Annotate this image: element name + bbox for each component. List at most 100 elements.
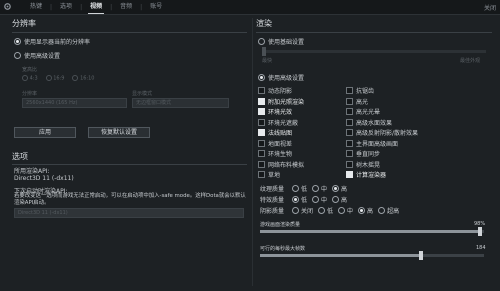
use-basic-option[interactable]: 使用基础设置 xyxy=(258,37,304,46)
tab-account[interactable]: 账号 xyxy=(142,0,170,14)
max-fps-value: 184 xyxy=(476,245,486,251)
display-mode-select[interactable]: 无边框窗口模式 xyxy=(132,98,229,108)
checkbox[interactable] xyxy=(258,150,265,157)
aspect-label: 宽高比 xyxy=(22,67,38,73)
shadow-ultra-radio[interactable] xyxy=(378,207,386,214)
checkbox[interactable] xyxy=(346,129,353,136)
checkbox[interactable] xyxy=(346,139,353,147)
use-advanced-render-option[interactable]: 使用高级设置 xyxy=(258,73,304,82)
screen-render-slider[interactable] xyxy=(260,227,484,236)
render-option-checkbox[interactable]: 高级水面效果 xyxy=(346,118,392,127)
apply-button[interactable]: 应用 xyxy=(14,127,76,138)
slider-thumb[interactable] xyxy=(477,227,482,236)
top-bar: 热键 | 选项 | 视频 | 音频 | 账号 关闭 xyxy=(0,0,500,15)
option-ultra: 超高 xyxy=(387,208,400,215)
render-option-checkbox[interactable]: 抗锯齿 xyxy=(346,86,374,95)
checkbox[interactable] xyxy=(258,87,265,94)
shadow-mid-radio[interactable] xyxy=(338,207,346,214)
tab-audio[interactable]: 音频 xyxy=(112,0,140,14)
resolution-label: 分辨率 xyxy=(22,91,38,97)
checkbox[interactable] xyxy=(346,160,353,168)
checkbox-label: 动态阴影 xyxy=(268,88,293,95)
radio-button[interactable] xyxy=(258,38,265,45)
checkbox[interactable] xyxy=(346,171,353,178)
max-fps-slider[interactable] xyxy=(260,251,484,260)
close-button[interactable]: 关闭 xyxy=(484,3,496,12)
checkbox[interactable] xyxy=(258,139,265,147)
texture-mid-radio[interactable] xyxy=(312,185,320,192)
quality-preset-slider[interactable] xyxy=(262,47,486,56)
texture-quality-label: 纹理质量 xyxy=(260,186,285,193)
resolution-select[interactable]: 2560x1440 (165 Hz) xyxy=(22,98,127,108)
tab-video[interactable]: 视频 xyxy=(82,0,110,14)
shadow-quality-row: 阴影质量 关闭 低 中 高 超高 xyxy=(260,206,399,215)
checkbox[interactable] xyxy=(346,118,353,126)
checkbox-label: 抗锯齿 xyxy=(356,88,375,95)
checkbox[interactable] xyxy=(346,87,353,94)
shadow-low-radio[interactable] xyxy=(318,207,326,214)
render-option-checkbox[interactable]: 高级反射阴影/散射效果 xyxy=(346,128,418,137)
checkbox[interactable] xyxy=(258,118,265,126)
radio-button[interactable] xyxy=(14,52,21,59)
checkbox[interactable] xyxy=(346,150,353,157)
render-option-checkbox[interactable]: 附加光照渲染 xyxy=(258,97,304,106)
checkbox-label: 环境光遮蔽 xyxy=(268,119,299,127)
tab-options[interactable]: 选项 xyxy=(52,0,80,14)
slider-thumb[interactable] xyxy=(419,251,424,260)
option-off: 关闭 xyxy=(301,208,314,215)
checkbox[interactable] xyxy=(346,97,353,105)
options-panel: 选项 xyxy=(12,151,247,165)
tab-hotkeys[interactable]: 热键 xyxy=(22,0,50,14)
render-option-checkbox[interactable]: 环境光效 xyxy=(258,107,292,116)
checkbox-label: 垂直同步 xyxy=(356,151,381,158)
divider xyxy=(12,32,247,33)
slider-thumb[interactable] xyxy=(262,47,266,56)
checkbox-label: 网络布料模拟 xyxy=(268,161,305,169)
render-option-checkbox[interactable]: 地面视差 xyxy=(258,139,292,148)
render-option-checkbox[interactable]: 高光光晕 xyxy=(346,107,380,116)
render-option-checkbox[interactable]: 高光 xyxy=(346,97,368,106)
aspect-16-10[interactable]: 16:10 xyxy=(72,75,94,82)
aspect-4-3[interactable]: 4:3 xyxy=(22,75,38,82)
radio-button[interactable] xyxy=(258,74,265,81)
checkbox-label: 法线贴图 xyxy=(268,130,293,137)
effects-mid-radio[interactable] xyxy=(312,196,320,203)
render-option-checkbox[interactable]: 网络布料模拟 xyxy=(258,160,304,169)
checkbox[interactable] xyxy=(258,108,265,115)
divider xyxy=(256,32,492,33)
checkbox[interactable] xyxy=(258,160,265,168)
shadow-high-radio[interactable] xyxy=(358,207,366,214)
gear-icon[interactable] xyxy=(3,2,12,11)
display-mode-label: 显示模式 xyxy=(132,91,153,97)
render-option-checkbox[interactable]: 动态阴影 xyxy=(258,86,292,95)
render-option-checkbox[interactable]: 法线贴图 xyxy=(258,128,292,137)
render-option-checkbox[interactable]: 垂直同步 xyxy=(346,149,380,158)
options-title: 选项 xyxy=(12,152,28,161)
option-label: 使用高级设置 xyxy=(268,75,305,82)
next-api-select[interactable]: Direct3D 11 (-dx11) xyxy=(14,208,244,218)
texture-high-radio[interactable] xyxy=(332,185,340,192)
checkbox[interactable] xyxy=(258,129,265,136)
render-option-checkbox[interactable]: 主界面高级画面 xyxy=(346,139,398,148)
render-option-checkbox[interactable]: 计算渲染器 xyxy=(346,170,386,179)
texture-low-radio[interactable] xyxy=(292,185,299,192)
use-display-res-option[interactable]: 使用显示器当前的分辨率 xyxy=(14,37,90,46)
shadow-off-radio[interactable] xyxy=(292,207,299,214)
render-option-checkbox[interactable]: 草地 xyxy=(258,170,280,179)
checkbox-label: 地面视差 xyxy=(268,140,293,148)
restore-defaults-button[interactable]: 恢复默认设置 xyxy=(88,127,150,138)
render-option-checkbox[interactable]: 环境生物 xyxy=(258,149,292,158)
effects-high-radio[interactable] xyxy=(332,196,340,203)
radio-button[interactable] xyxy=(14,38,21,45)
checkbox[interactable] xyxy=(258,171,265,178)
option-high: 高 xyxy=(341,186,348,193)
option-label: 使用显示器当前的分辨率 xyxy=(24,39,91,46)
render-option-checkbox[interactable]: 树木摇晃 xyxy=(346,160,380,169)
aspect-16-9[interactable]: 16:9 xyxy=(45,75,64,82)
checkbox[interactable] xyxy=(346,108,353,115)
render-option-checkbox[interactable]: 环境光遮蔽 xyxy=(258,118,298,127)
effects-quality-row: 特效质量 低 中 高 xyxy=(260,195,347,204)
use-advanced-res-option[interactable]: 使用高级设置 xyxy=(14,51,60,60)
effects-low-radio[interactable] xyxy=(292,196,299,203)
checkbox[interactable] xyxy=(258,97,265,105)
